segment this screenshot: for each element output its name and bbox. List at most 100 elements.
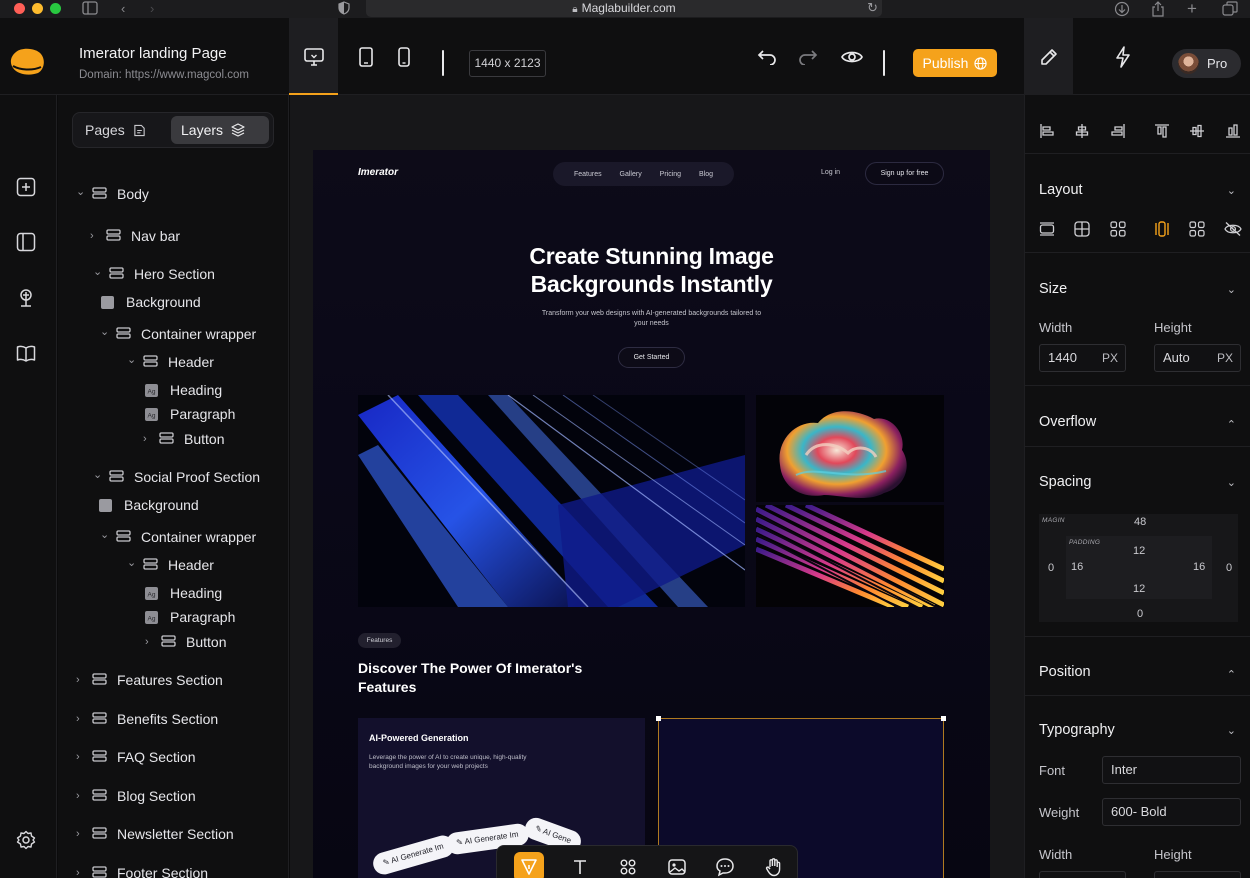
- design-tab[interactable]: [1024, 18, 1073, 95]
- zoom-window-button[interactable]: [50, 3, 61, 14]
- chevron-right-icon[interactable]: ›: [76, 713, 88, 725]
- typo-height-input[interactable]: [1154, 871, 1241, 878]
- width-unit[interactable]: PX: [1102, 345, 1118, 371]
- padding-left-value[interactable]: 16: [1071, 561, 1083, 573]
- publish-button[interactable]: Publish: [913, 49, 997, 77]
- selection-handle[interactable]: [941, 716, 946, 721]
- plant-icon[interactable]: [14, 285, 38, 309]
- align-left-icon[interactable]: [1038, 122, 1056, 140]
- reload-icon[interactable]: ↻: [867, 0, 878, 16]
- layout-block-icon[interactable]: [1038, 220, 1056, 238]
- chevron-right-icon[interactable]: ›: [90, 230, 102, 242]
- chevron-down-icon[interactable]: ⌄: [100, 528, 112, 541]
- preview-nav-features[interactable]: Features: [574, 171, 602, 178]
- layer-row[interactable]: ⌄ Header: [127, 353, 214, 371]
- desktop-icon[interactable]: [289, 18, 339, 95]
- select-tool-button[interactable]: [514, 852, 544, 878]
- mobile-icon[interactable]: [379, 18, 429, 95]
- font-select[interactable]: Inter: [1102, 756, 1241, 784]
- minimize-window-button[interactable]: [32, 3, 43, 14]
- interactions-tab[interactable]: [1098, 18, 1147, 95]
- layer-row[interactable]: › FAQ Section: [76, 748, 196, 766]
- layer-row[interactable]: ⌄ Container wrapper: [100, 325, 256, 343]
- layer-row[interactable]: Ag Paragraph: [145, 405, 235, 423]
- layer-row[interactable]: Background: [99, 496, 199, 514]
- align-right-icon[interactable]: [1109, 122, 1127, 140]
- chevron-right-icon[interactable]: ›: [145, 636, 157, 648]
- weight-select[interactable]: 600- Bold: [1102, 798, 1241, 826]
- canvas-area[interactable]: Imerator Features Gallery Pricing Blog L…: [290, 95, 1024, 878]
- preview-hero-image-rays[interactable]: [756, 505, 944, 607]
- layout-section-title[interactable]: Layout: [1039, 182, 1083, 198]
- preview-login[interactable]: Log in: [821, 169, 840, 176]
- tab-pages[interactable]: Pages: [75, 116, 167, 144]
- layer-row[interactable]: › Features Section: [76, 671, 223, 689]
- align-top-icon[interactable]: [1153, 122, 1171, 140]
- close-window-button[interactable]: [14, 3, 25, 14]
- layout-flex-column-icon[interactable]: [1153, 220, 1171, 238]
- chevron-down-icon[interactable]: ⌄: [93, 468, 105, 481]
- settings-gear-icon[interactable]: [14, 828, 38, 852]
- chevron-down-icon[interactable]: ⌄: [1227, 476, 1236, 489]
- layer-row[interactable]: Ag Heading: [145, 584, 222, 602]
- preview-nav-gallery[interactable]: Gallery: [620, 171, 642, 178]
- preview-hero-image-blob[interactable]: [756, 395, 944, 502]
- preview-get-started-button[interactable]: Get Started: [618, 347, 685, 368]
- page-preview[interactable]: Imerator Features Gallery Pricing Blog L…: [313, 150, 990, 878]
- preview-hero-heading[interactable]: Create Stunning Image Backgrounds Instan…: [313, 242, 990, 298]
- typo-width-input[interactable]: [1039, 871, 1126, 878]
- layer-row[interactable]: Ag Heading: [145, 381, 222, 399]
- spacing-section-title[interactable]: Spacing: [1039, 474, 1091, 490]
- hand-tool-button[interactable]: [759, 852, 789, 878]
- preview-logo[interactable]: Imerator: [358, 167, 398, 178]
- layer-row[interactable]: Background: [101, 293, 201, 311]
- padding-bottom-value[interactable]: 12: [1133, 583, 1145, 595]
- back-icon[interactable]: ‹: [121, 1, 125, 17]
- chevron-right-icon[interactable]: ›: [143, 433, 155, 445]
- align-center-h-icon[interactable]: [1073, 122, 1091, 140]
- chevron-down-icon[interactable]: ⌄: [1227, 283, 1236, 296]
- chevron-up-icon[interactable]: ⌃: [1227, 668, 1236, 681]
- layer-row[interactable]: › Benefits Section: [76, 710, 218, 728]
- chevron-right-icon[interactable]: ›: [76, 867, 88, 878]
- preview-hero-image-main[interactable]: [358, 395, 745, 607]
- chevron-down-icon[interactable]: ⌄: [127, 556, 139, 569]
- size-section-title[interactable]: Size: [1039, 281, 1067, 297]
- overflow-section-title[interactable]: Overflow: [1039, 414, 1096, 430]
- new-tab-icon[interactable]: +: [1187, 0, 1197, 17]
- layer-row[interactable]: › Button: [145, 633, 226, 651]
- layer-row[interactable]: › Nav bar: [90, 227, 180, 245]
- layer-row[interactable]: › Footer Section: [76, 864, 208, 878]
- tab-layers[interactable]: Layers: [171, 116, 269, 144]
- chevron-right-icon[interactable]: ›: [76, 751, 88, 763]
- layer-row[interactable]: ⌄ Social Proof Section: [93, 468, 260, 486]
- forward-icon[interactable]: ›: [150, 1, 154, 17]
- text-tool-button[interactable]: [565, 852, 595, 878]
- margin-top-value[interactable]: 48: [1134, 516, 1146, 528]
- chevron-right-icon[interactable]: ›: [76, 674, 88, 686]
- pages-panel-icon[interactable]: [14, 230, 38, 254]
- layout-tiles-icon[interactable]: [1109, 220, 1127, 238]
- height-unit[interactable]: PX: [1217, 345, 1233, 371]
- padding-right-value[interactable]: 16: [1193, 561, 1205, 573]
- comment-tool-button[interactable]: [710, 852, 740, 878]
- margin-left-value[interactable]: 0: [1048, 562, 1054, 574]
- align-bottom-icon[interactable]: [1224, 122, 1242, 140]
- layer-row[interactable]: Ag Paragraph: [145, 608, 235, 626]
- sidebar-toggle-icon[interactable]: [82, 1, 98, 19]
- layer-row[interactable]: ⌄ Container wrapper: [100, 528, 256, 546]
- height-input[interactable]: Auto PX: [1154, 344, 1241, 372]
- hide-eye-off-icon[interactable]: [1224, 220, 1242, 238]
- redo-icon[interactable]: [783, 18, 833, 95]
- canvas-size-display[interactable]: 1440 x 2123: [469, 50, 546, 77]
- chevron-down-icon[interactable]: ⌄: [93, 265, 105, 278]
- chevron-down-icon[interactable]: ⌄: [76, 185, 88, 198]
- chevron-down-icon[interactable]: ⌄: [100, 325, 112, 338]
- image-tool-button[interactable]: [662, 852, 692, 878]
- width-input[interactable]: 1440 PX: [1039, 344, 1126, 372]
- preview-eye-icon[interactable]: [827, 18, 877, 95]
- typography-section-title[interactable]: Typography: [1039, 722, 1115, 738]
- chevron-down-icon[interactable]: ⌄: [1227, 184, 1236, 197]
- margin-bottom-value[interactable]: 0: [1137, 608, 1143, 620]
- layer-row[interactable]: › Blog Section: [76, 787, 196, 805]
